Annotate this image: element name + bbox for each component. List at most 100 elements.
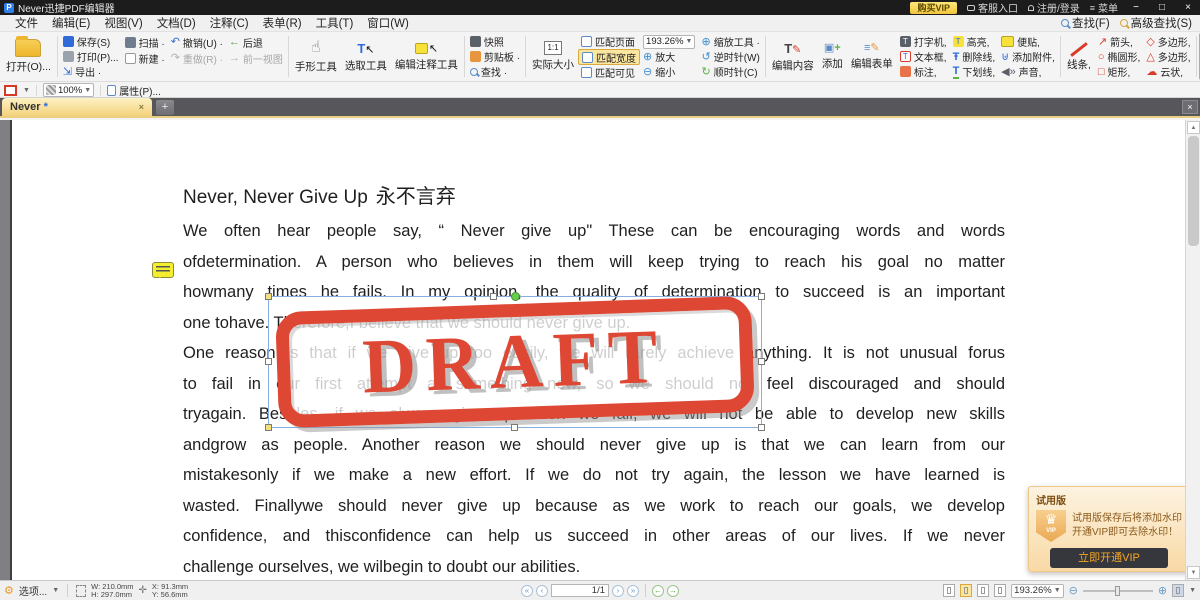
close-document-button[interactable]: × bbox=[1182, 100, 1198, 114]
sticky-note-annotation[interactable] bbox=[152, 262, 174, 278]
snapshot-button[interactable]: 快照 bbox=[467, 34, 523, 49]
attachment-button[interactable]: ⊎添加附件, bbox=[998, 49, 1058, 64]
underline-button[interactable]: T下划线, bbox=[950, 64, 999, 79]
zoom-slider-thumb[interactable] bbox=[1115, 586, 1120, 596]
menu-form[interactable]: 表单(R) bbox=[256, 15, 309, 31]
edit-form-button[interactable]: ≡✎ 编辑表单 bbox=[847, 33, 897, 80]
tab-close-icon[interactable]: × bbox=[139, 102, 144, 112]
menu-view[interactable]: 视图(V) bbox=[97, 15, 149, 31]
redo-button[interactable]: ↷重做(R) · bbox=[168, 50, 226, 66]
fit-view-button[interactable] bbox=[1172, 584, 1184, 597]
support-button[interactable]: 客服入口 bbox=[967, 0, 1018, 15]
rotate-handle[interactable] bbox=[511, 292, 520, 301]
zoom-out-button[interactable]: ⊖缩小 bbox=[640, 64, 698, 79]
polygon2-button[interactable]: △多边形, bbox=[1143, 49, 1193, 64]
rotate-ccw-button[interactable]: ↺逆时针(W) bbox=[698, 49, 762, 64]
opacity-combo[interactable]: 100%▼ bbox=[43, 83, 94, 97]
previous-view-button[interactable]: →前一视图 bbox=[226, 50, 286, 66]
resize-handle-w[interactable] bbox=[265, 358, 272, 365]
find-tool-button[interactable]: 查找 · bbox=[467, 64, 523, 79]
zoom-in-slider-icon[interactable]: ⊕ bbox=[1158, 584, 1167, 597]
menu-edit[interactable]: 编辑(E) bbox=[45, 15, 97, 31]
single-page-view-button[interactable] bbox=[943, 584, 955, 597]
continuous-view-button[interactable] bbox=[960, 584, 972, 597]
maximize-button[interactable]: □ bbox=[1154, 2, 1170, 13]
minimize-button[interactable]: − bbox=[1128, 2, 1144, 13]
edit-annotation-tool-button[interactable]: ↖ 编辑注释工具 bbox=[391, 33, 462, 80]
next-page-button[interactable]: › bbox=[612, 585, 624, 597]
stamp-annotation-selection[interactable]: DRAFT bbox=[268, 296, 762, 428]
status-zoom-combo[interactable]: 193.26%▼ bbox=[1011, 584, 1063, 598]
menu-comment[interactable]: 注释(C) bbox=[203, 15, 256, 31]
highlight-button[interactable]: T高亮, bbox=[950, 34, 999, 49]
open-vip-button[interactable]: 立即开通VIP bbox=[1050, 548, 1168, 568]
rectangle-button[interactable]: □矩形, bbox=[1095, 64, 1143, 79]
menu-tools[interactable]: 工具(T) bbox=[309, 15, 361, 31]
vertical-scrollbar[interactable]: ▲ ▼ bbox=[1185, 120, 1200, 580]
zoom-in-button[interactable]: ⊕放大 bbox=[640, 49, 698, 64]
export-button[interactable]: ⇲导出 · bbox=[60, 64, 122, 79]
close-button[interactable]: × bbox=[1180, 2, 1196, 13]
zoom-slider[interactable] bbox=[1083, 590, 1153, 592]
first-page-button[interactable]: « bbox=[521, 585, 533, 597]
print-button[interactable]: 打印(P)... bbox=[60, 49, 122, 64]
scrollbar-thumb[interactable] bbox=[1188, 136, 1199, 246]
zoom-out-slider-icon[interactable]: ⊖ bbox=[1069, 584, 1078, 597]
strikeout-button[interactable]: Ŧ删除线, bbox=[950, 49, 999, 64]
advanced-find-button[interactable]: 高级查找(S) bbox=[1120, 15, 1192, 31]
resize-handle-e[interactable] bbox=[758, 358, 765, 365]
buy-vip-button[interactable]: 购买VIP bbox=[910, 2, 957, 14]
undo-button[interactable]: ↶撤销(U) · bbox=[168, 34, 226, 50]
sticky-note-button[interactable]: 便贴, bbox=[998, 34, 1058, 49]
clipboard-button[interactable]: 剪贴板 · bbox=[467, 49, 523, 64]
typewriter-button[interactable]: T打字机, bbox=[897, 34, 950, 49]
resize-handle-n[interactable] bbox=[490, 293, 497, 300]
fit-visible-button[interactable]: 匹配可见 bbox=[578, 65, 640, 80]
rotate-cw-button[interactable]: ↻顺时针(C) bbox=[698, 64, 762, 79]
cloud-button[interactable]: ☁云状, bbox=[1143, 64, 1193, 79]
resize-handle-sw[interactable] bbox=[265, 424, 272, 431]
two-page-continuous-view-button[interactable] bbox=[994, 584, 1006, 597]
page-number-input[interactable]: 1/1 bbox=[551, 584, 609, 597]
options-button[interactable]: 选项... bbox=[19, 583, 47, 598]
menu-document[interactable]: 文档(D) bbox=[150, 15, 203, 31]
border-color-swatch[interactable] bbox=[4, 85, 17, 96]
previous-view-nav-button[interactable]: ← bbox=[652, 585, 664, 597]
fit-view-dropdown-icon[interactable]: ▼ bbox=[1189, 587, 1196, 594]
next-view-nav-button[interactable]: → bbox=[667, 585, 679, 597]
find-button[interactable]: 查找(F) bbox=[1061, 15, 1110, 31]
hand-tool-button[interactable]: ☝ 手形工具 bbox=[291, 33, 341, 80]
fit-width-button[interactable]: 匹配宽度 bbox=[578, 49, 640, 65]
add-button[interactable]: ▣+ 添加 bbox=[818, 33, 847, 80]
zoom-tool-button[interactable]: ⊕缩放工具 · bbox=[698, 34, 762, 49]
draft-stamp[interactable]: DRAFT bbox=[275, 296, 755, 429]
polygon-button[interactable]: ◇多边形, bbox=[1143, 34, 1193, 49]
border-color-dropdown-icon[interactable]: ▼ bbox=[23, 87, 30, 94]
properties-button[interactable]: 属性(P)... bbox=[107, 83, 161, 98]
new-tab-button[interactable]: + bbox=[156, 100, 174, 115]
app-menu-button[interactable]: ≡菜单 bbox=[1090, 0, 1118, 15]
line-tool-button[interactable]: 线条, bbox=[1063, 33, 1095, 80]
resize-handle-nw[interactable] bbox=[265, 293, 272, 300]
document-tab[interactable]: Never * × bbox=[2, 98, 152, 116]
select-tool-button[interactable]: T↖ 选取工具 bbox=[341, 33, 391, 80]
ellipse-button[interactable]: ○椭圆形, bbox=[1095, 49, 1143, 64]
actual-size-button[interactable]: 1:1 实际大小 bbox=[528, 33, 578, 80]
sound-button[interactable]: ◀»声音, bbox=[998, 64, 1058, 79]
options-dropdown-icon[interactable]: ▼ bbox=[52, 587, 59, 594]
scan-button[interactable]: 扫描 · bbox=[122, 34, 168, 50]
zoom-level-combo[interactable]: 193.26%▼ bbox=[640, 34, 698, 49]
resize-handle-se[interactable] bbox=[758, 424, 765, 431]
scroll-down-icon[interactable]: ▼ bbox=[1187, 566, 1200, 579]
save-button[interactable]: 保存(S) bbox=[60, 34, 122, 49]
back-button[interactable]: ←后退 bbox=[226, 34, 286, 50]
scroll-up-icon[interactable]: ▲ bbox=[1187, 121, 1200, 134]
textbox-button[interactable]: T文本框, bbox=[897, 49, 950, 64]
last-page-button[interactable]: » bbox=[627, 585, 639, 597]
two-page-view-button[interactable] bbox=[977, 584, 989, 597]
new-button[interactable]: 新建 · bbox=[122, 50, 168, 66]
open-button[interactable]: 打开(O)... bbox=[2, 33, 55, 80]
arrow-button[interactable]: ↗箭头, bbox=[1095, 34, 1143, 49]
login-button[interactable]: 注册/登录 bbox=[1028, 0, 1080, 15]
previous-page-button[interactable]: ‹ bbox=[536, 585, 548, 597]
